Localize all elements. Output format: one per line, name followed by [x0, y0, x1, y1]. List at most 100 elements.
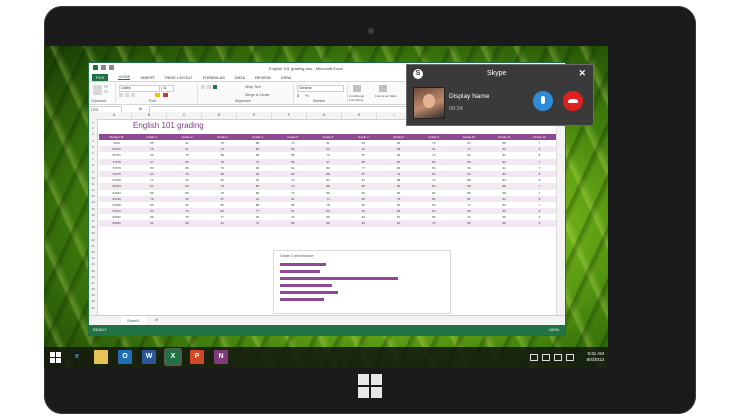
- font-group: Calibri 11 Font: [115, 83, 198, 103]
- row-headers: 1 2 3 4 5 6 7 8 9 10 11 12 13 14 15 16 17 18 19 20 21 22 23 24 2…: [89, 119, 98, 315]
- powerpoint-icon[interactable]: P: [190, 350, 204, 364]
- column-header[interactable]: E: [237, 112, 272, 119]
- column-header[interactable]: D: [202, 112, 237, 119]
- table-cell[interactable]: 93: [346, 220, 381, 226]
- italic-icon[interactable]: [125, 93, 129, 97]
- format-as-table-icon[interactable]: [379, 85, 387, 92]
- desktop-screen: English 101 grading.xlsx - Microsoft Exc…: [44, 46, 608, 368]
- table-cell[interactable]: 88: [487, 220, 522, 226]
- tab-data[interactable]: DATA: [235, 75, 245, 80]
- font-group-label: Font: [149, 99, 157, 103]
- font-size-select[interactable]: 11: [161, 85, 174, 92]
- tab-page-layout[interactable]: PAGE LAYOUT: [165, 75, 193, 80]
- sheet-title[interactable]: English 101 grading: [133, 121, 204, 130]
- clock-date: 8/4/2013: [586, 357, 604, 362]
- grades-table[interactable]: Student ID Grade 1 Grade 2 Grade 3 Grade 4 Gr…: [99, 134, 557, 227]
- format-as-table-button[interactable]: Format as Table: [375, 94, 397, 98]
- caller-avatar: [413, 87, 445, 119]
- hang-up-button[interactable]: [563, 91, 583, 111]
- align-middle-icon[interactable]: [207, 85, 211, 89]
- clipboard-group-label: Clipboard: [91, 99, 106, 103]
- system-tray: [530, 354, 574, 361]
- onenote-icon[interactable]: N: [214, 350, 228, 364]
- column-header[interactable]: B: [132, 112, 167, 119]
- grade-chart[interactable]: Grade 1 performance: [273, 250, 451, 314]
- bold-icon[interactable]: [119, 93, 123, 97]
- chart-bar: [280, 270, 320, 273]
- table-cell[interactable]: 8: [522, 220, 557, 226]
- alignment-group: Wrap Text Merge & Center Alignment: [197, 83, 294, 103]
- cut-icon[interactable]: [104, 85, 108, 88]
- add-sheet-icon[interactable]: ⊕: [155, 317, 158, 322]
- tab-view[interactable]: VIEW: [281, 75, 291, 80]
- status-bar: READY 100%: [89, 325, 565, 335]
- table-cell[interactable]: 91: [134, 220, 169, 226]
- column-header[interactable]: G: [307, 112, 342, 119]
- column-header[interactable]: F: [272, 112, 307, 119]
- table-cell[interactable]: 85: [275, 220, 310, 226]
- table-row[interactable]: 60682 91 98 81 72 85 88 93 81 79 86 88 8: [99, 220, 557, 227]
- conditional-formatting-button[interactable]: Conditional Formatting: [349, 94, 371, 102]
- windows-hardware-button[interactable]: [358, 374, 382, 398]
- alignment-group-label: Alignment: [235, 99, 251, 103]
- front-camera: [368, 28, 374, 34]
- currency-icon[interactable]: $: [297, 93, 299, 98]
- table-cell[interactable]: 72: [240, 220, 275, 226]
- save-icon[interactable]: [101, 65, 106, 70]
- number-format-select[interactable]: General: [297, 85, 344, 92]
- percent-icon[interactable]: %: [305, 93, 309, 98]
- table-cell[interactable]: 79: [416, 220, 451, 226]
- tab-review[interactable]: REVIEW: [255, 75, 271, 80]
- table-cell[interactable]: 81: [381, 220, 416, 226]
- network-icon[interactable]: [554, 354, 562, 361]
- paste-icon[interactable]: [93, 85, 102, 95]
- table-cell[interactable]: 86: [451, 220, 486, 226]
- chart-title: Grade 1 performance: [280, 254, 314, 258]
- word-icon[interactable]: W: [142, 350, 156, 364]
- internet-explorer-icon[interactable]: e: [70, 350, 84, 364]
- vertical-scrollbar[interactable]: [556, 112, 565, 315]
- column-header[interactable]: H: [342, 112, 377, 119]
- outlook-icon[interactable]: O: [118, 350, 132, 364]
- row-header[interactable]: 31: [89, 305, 97, 311]
- chart-bar: [280, 298, 324, 301]
- fill-color-icon[interactable]: [155, 93, 160, 97]
- merge-center-button[interactable]: Merge & Center: [245, 93, 270, 97]
- tab-file[interactable]: FILE: [92, 73, 109, 81]
- tab-home[interactable]: HOME: [118, 74, 131, 80]
- close-icon[interactable]: ✕: [578, 68, 586, 79]
- start-button[interactable]: [50, 352, 61, 363]
- table-cell[interactable]: 98: [169, 220, 204, 226]
- fx-icon[interactable]: fx: [139, 106, 142, 111]
- underline-icon[interactable]: [131, 93, 135, 97]
- column-header[interactable]: C: [167, 112, 202, 119]
- call-duration: 00:34: [449, 106, 463, 112]
- zoom-level[interactable]: 100%: [549, 325, 559, 335]
- copy-icon[interactable]: [104, 90, 108, 93]
- tab-formulas[interactable]: FORMULAS: [203, 75, 225, 80]
- skype-call-window: S Skype ✕ Display Name 00:34: [406, 64, 594, 126]
- align-bottom-icon[interactable]: [213, 85, 217, 89]
- clock[interactable]: 9:31 AM 8/4/2013: [586, 351, 604, 363]
- align-top-icon[interactable]: [201, 85, 205, 89]
- quick-access-toolbar: [93, 65, 114, 70]
- conditional-formatting-icon[interactable]: [353, 85, 361, 92]
- microphone-button[interactable]: [533, 91, 553, 111]
- excel-taskbar-icon[interactable]: X: [166, 350, 180, 364]
- undo-icon[interactable]: [109, 65, 114, 70]
- table-cell[interactable]: 60682: [99, 220, 134, 226]
- tab-insert[interactable]: INSERT: [140, 75, 155, 80]
- keyboard-icon[interactable]: [530, 354, 538, 361]
- column-header[interactable]: A: [97, 112, 132, 119]
- table-cell[interactable]: 81: [205, 220, 240, 226]
- table-cell[interactable]: 88: [310, 220, 345, 226]
- flag-icon[interactable]: [542, 354, 550, 361]
- excel-logo-icon: [93, 65, 98, 70]
- worksheet[interactable]: A B C D E F G H I J K L M 12345678910111…: [89, 112, 565, 315]
- font-color-icon[interactable]: [163, 93, 168, 97]
- wrap-text-button[interactable]: Wrap Text: [245, 85, 261, 89]
- volume-icon[interactable]: [566, 354, 574, 361]
- font-name-select[interactable]: Calibri: [119, 85, 160, 92]
- number-group-label: Number: [313, 99, 326, 103]
- file-explorer-icon[interactable]: [94, 350, 108, 364]
